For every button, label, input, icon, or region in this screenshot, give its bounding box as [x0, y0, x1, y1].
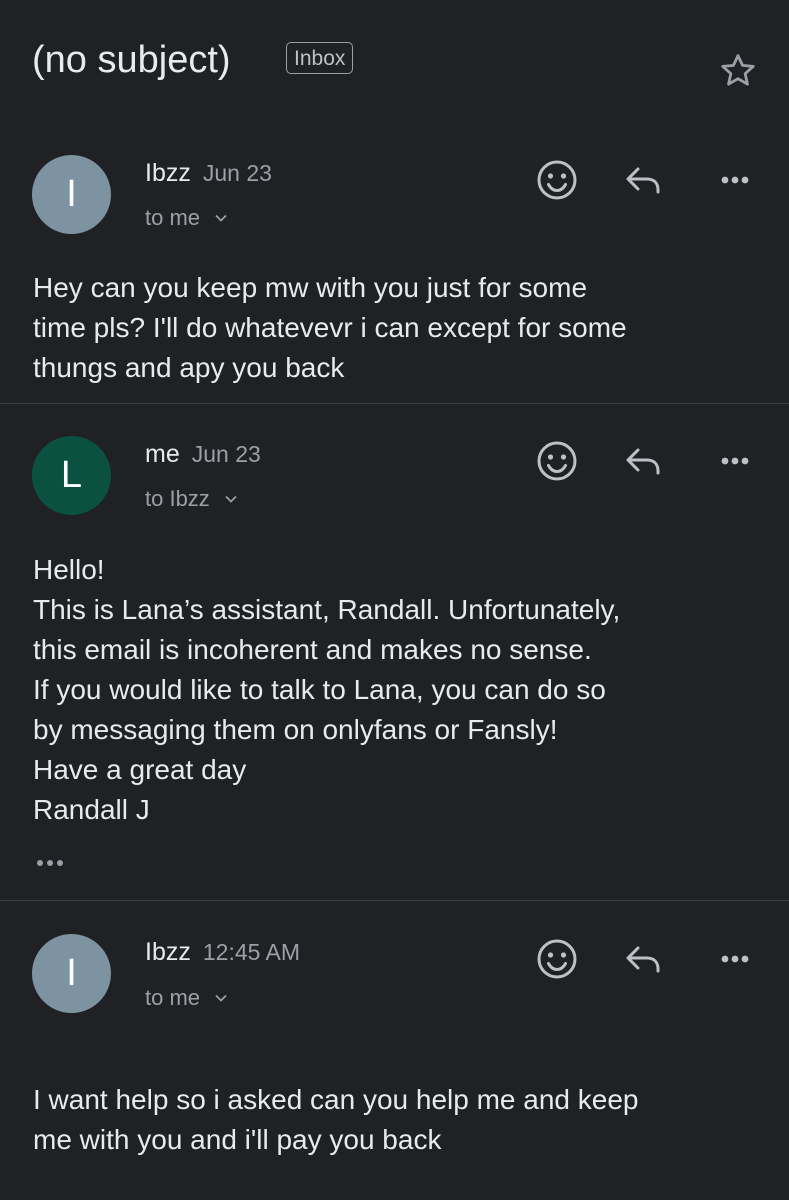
chevron-down-icon	[225, 495, 237, 503]
more-horizontal-icon[interactable]	[710, 934, 760, 984]
body-line: this email is incoherent and makes no se…	[33, 634, 592, 665]
inbox-label-chip[interactable]: Inbox	[286, 42, 354, 74]
avatar[interactable]: L	[32, 436, 111, 515]
more-horizontal-icon[interactable]	[710, 155, 760, 205]
sender-name[interactable]: Ibzz	[145, 938, 191, 966]
message-divider	[0, 900, 789, 901]
message-body: Hey can you keep mw with you just for so…	[33, 268, 759, 388]
sender-name[interactable]: Ibzz	[145, 159, 191, 187]
body-line: If you would like to talk to Lana, you c…	[33, 674, 606, 705]
emoji-smile-icon[interactable]	[532, 934, 582, 984]
message-actions	[530, 934, 760, 984]
avatar[interactable]: I	[32, 155, 111, 234]
body-line: Hello!	[33, 554, 105, 585]
chevron-down-icon	[215, 994, 227, 1002]
reply-icon[interactable]	[620, 155, 670, 205]
message-body: Hello! This is Lana’s assistant, Randall…	[33, 550, 759, 830]
star-icon[interactable]	[717, 50, 759, 92]
message-actions	[530, 155, 760, 205]
sender-line: Ibzz 12:45 AM	[145, 937, 300, 967]
recipient-toggle[interactable]: to me	[145, 984, 228, 1012]
body-line: Hey can you keep mw with you just for so…	[33, 272, 588, 303]
body-line: Randall J	[33, 794, 150, 825]
sender-name[interactable]: me	[145, 440, 180, 468]
message-divider	[0, 403, 789, 404]
recipient-toggle[interactable]: to Ibzz	[145, 485, 238, 513]
message-actions	[530, 436, 760, 486]
reply-icon[interactable]	[620, 934, 670, 984]
body-line: This is Lana’s assistant, Randall. Unfor…	[33, 594, 621, 625]
recipient-toggle[interactable]: to me	[145, 204, 228, 232]
email-subject: (no subject)	[32, 39, 231, 81]
recipient-text: to me	[145, 205, 201, 230]
message-date: Jun 23	[202, 160, 272, 186]
emoji-smile-icon[interactable]	[532, 155, 582, 205]
show-trimmed-content-button[interactable]	[33, 853, 73, 873]
avatar[interactable]: I	[32, 934, 111, 1013]
body-line: thungs and apy you back	[33, 352, 345, 383]
sender-line: me Jun 23	[145, 439, 261, 469]
message-date: Jun 23	[191, 441, 261, 467]
body-line: I want help so i asked can you help me a…	[33, 1084, 639, 1115]
message-body: I want help so i asked can you help me a…	[33, 1080, 759, 1160]
recipient-text: to Ibzz	[145, 486, 210, 511]
body-line: time pls? I'll do whatevevr i can except…	[33, 312, 627, 343]
sender-line: Ibzz Jun 23	[145, 158, 272, 188]
emoji-smile-icon[interactable]	[532, 436, 582, 486]
subject-header: (no subject) Inbox	[32, 36, 759, 92]
body-line: me with you and i'll pay you back	[33, 1124, 442, 1155]
recipient-text: to me	[145, 985, 201, 1010]
body-line: Have a great day	[33, 754, 247, 785]
more-horizontal-icon[interactable]	[710, 436, 760, 486]
message-date: 12:45 AM	[202, 939, 301, 965]
body-line: by messaging them on onlyfans or Fansly!	[33, 714, 558, 745]
chevron-down-icon	[215, 214, 227, 222]
reply-icon[interactable]	[620, 436, 670, 486]
